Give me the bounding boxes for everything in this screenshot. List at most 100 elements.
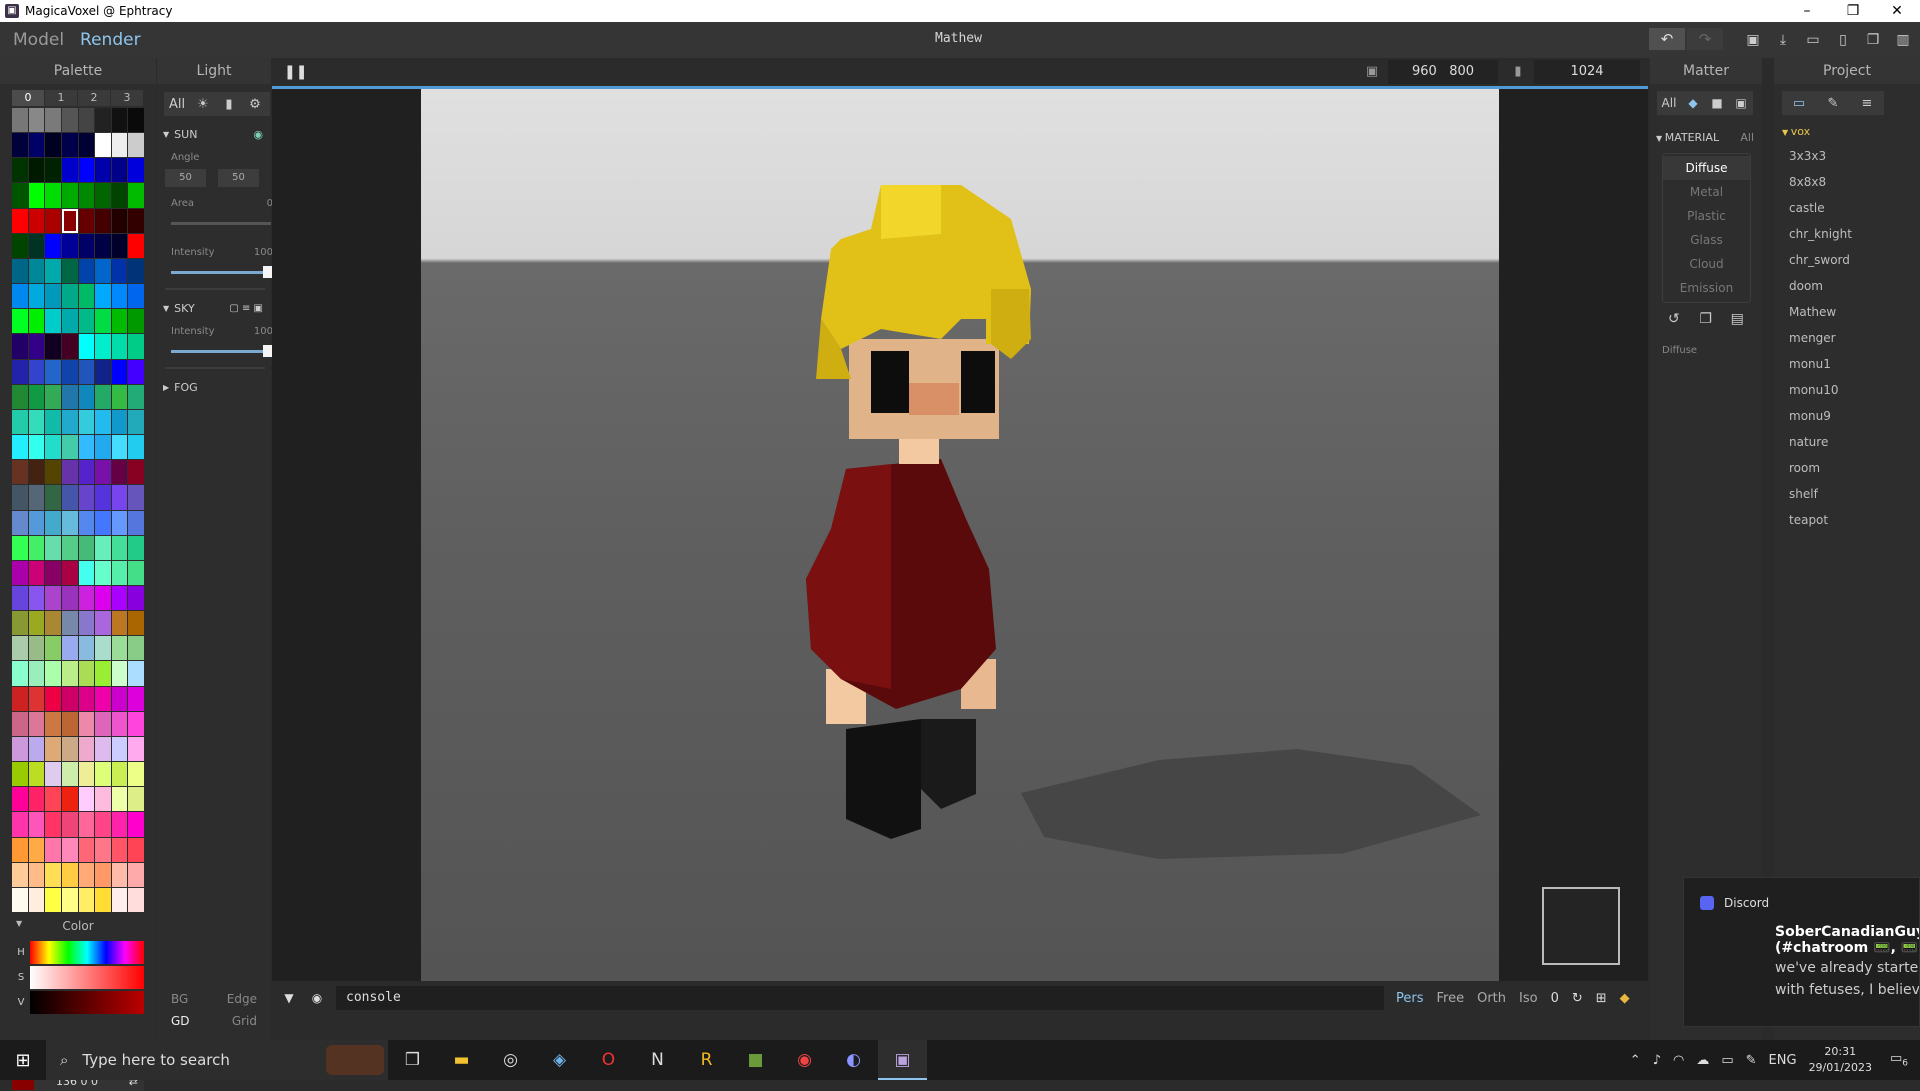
palette-swatch[interactable] — [12, 485, 28, 510]
palette-tab-3[interactable]: 3 — [111, 90, 143, 106]
steam-icon[interactable]: ◈ — [535, 1040, 584, 1080]
chrome-icon[interactable]: ◉ — [780, 1040, 829, 1080]
palette-swatch[interactable] — [61, 233, 78, 258]
palette-swatch[interactable] — [95, 736, 111, 762]
pen-icon[interactable]: ✎ — [1746, 1053, 1757, 1068]
palette-swatch[interactable] — [45, 585, 61, 611]
palette-swatch[interactable] — [95, 812, 111, 837]
palette-swatch[interactable] — [128, 233, 144, 258]
palette-swatch[interactable] — [28, 585, 45, 611]
image-icon[interactable]: ▣ — [1358, 60, 1386, 84]
palette-swatch[interactable] — [78, 208, 95, 233]
close-button[interactable]: ✕ — [1874, 0, 1920, 22]
fog-section-header[interactable]: ▶ FOG — [163, 381, 271, 394]
palette-swatch[interactable] — [61, 560, 78, 585]
palette-swatch[interactable] — [78, 158, 95, 183]
grid-toggle[interactable]: Grid — [232, 1010, 257, 1032]
palette-swatch[interactable] — [128, 133, 144, 158]
palette-swatch[interactable] — [45, 460, 61, 485]
palette-swatch[interactable] — [78, 409, 95, 435]
palette-swatch[interactable] — [61, 862, 78, 887]
palette-swatch[interactable] — [12, 183, 28, 208]
palette-swatch[interactable] — [95, 887, 111, 912]
palette-swatch[interactable] — [61, 535, 78, 560]
opera-icon[interactable]: O — [584, 1040, 633, 1080]
palette-swatch[interactable] — [12, 108, 28, 133]
palette-swatch[interactable] — [111, 736, 128, 762]
bg-toggle[interactable]: BG — [171, 988, 188, 1010]
palette-swatch[interactable] — [111, 183, 128, 208]
cube-icon[interactable]: ◆ — [1681, 96, 1705, 110]
palette-swatch[interactable] — [95, 384, 111, 409]
palette-swatch[interactable] — [28, 384, 45, 409]
palette-swatch[interactable] — [128, 762, 144, 787]
palette-swatch[interactable] — [95, 762, 111, 787]
palette-swatch[interactable] — [12, 585, 28, 611]
palette-swatch[interactable] — [78, 359, 95, 384]
palette-swatch[interactable] — [12, 812, 28, 837]
palette-swatch[interactable] — [111, 435, 128, 460]
palette-swatch[interactable] — [28, 711, 45, 736]
palette-swatch[interactable] — [111, 258, 128, 284]
palette-swatch[interactable] — [95, 585, 111, 611]
palette-swatch[interactable] — [111, 208, 128, 233]
palette-swatch[interactable] — [28, 108, 45, 133]
palette-swatch[interactable] — [45, 812, 61, 837]
palette-swatch[interactable] — [78, 284, 95, 309]
taskbar-search[interactable]: ⌕ Type here to search — [46, 1040, 388, 1080]
palette-swatch[interactable] — [61, 711, 78, 736]
palette-swatch-grid[interactable] — [12, 108, 144, 912]
folder-icon[interactable]: ▭ — [1782, 96, 1816, 111]
palette-swatch[interactable] — [111, 359, 128, 384]
saturation-slider[interactable] — [30, 966, 144, 989]
palette-swatch[interactable] — [111, 510, 128, 535]
image-icon[interactable]: ▣ — [1729, 96, 1753, 110]
notifications-icon[interactable]: ▭6 — [1890, 1051, 1908, 1069]
palette-swatch[interactable] — [61, 309, 78, 334]
palette-swatch[interactable] — [95, 334, 111, 359]
palette-swatch[interactable] — [28, 686, 45, 711]
new-file-icon[interactable]: ▯ — [1828, 29, 1858, 51]
palette-swatch[interactable] — [45, 359, 61, 384]
hue-slider[interactable] — [30, 941, 144, 964]
palette-swatch[interactable] — [128, 585, 144, 611]
palette-swatch[interactable] — [128, 183, 144, 208]
discord-taskbar-icon[interactable]: ◐ — [829, 1040, 878, 1080]
material-cloud[interactable]: Cloud — [1663, 252, 1750, 276]
palette-swatch[interactable] — [128, 636, 144, 661]
palette-swatch[interactable] — [111, 585, 128, 611]
copy-icon[interactable]: ❐ — [1699, 311, 1730, 327]
sample-count[interactable]: 1024 — [1534, 60, 1640, 84]
minecraft-icon[interactable]: ■ — [731, 1040, 780, 1080]
palette-swatch[interactable] — [45, 686, 61, 711]
palette-swatch[interactable] — [28, 284, 45, 309]
windows-start-icon[interactable]: ⊞ — [0, 1050, 46, 1071]
palette-swatch[interactable] — [78, 887, 95, 912]
sun-intensity-slider[interactable] — [171, 266, 277, 278]
palette-swatch[interactable] — [12, 208, 28, 233]
sky-mode-icons[interactable]: ▢ ≡ ▣ — [229, 303, 263, 314]
render-height[interactable]: 800 — [1449, 64, 1474, 79]
project-file-item[interactable]: teapot — [1782, 507, 1920, 533]
palette-swatch[interactable] — [95, 309, 111, 334]
project-file-item[interactable]: menger — [1782, 325, 1920, 351]
palette-swatch[interactable] — [45, 560, 61, 585]
palette-swatch[interactable] — [12, 736, 28, 762]
palette-swatch[interactable] — [111, 762, 128, 787]
palette-swatch[interactable] — [28, 233, 45, 258]
palette-swatch[interactable] — [28, 409, 45, 435]
palette-swatch[interactable] — [95, 233, 111, 258]
palette-swatch[interactable] — [28, 309, 45, 334]
palette-swatch[interactable] — [111, 158, 128, 183]
render-image[interactable] — [421, 89, 1499, 981]
palette-swatch[interactable] — [45, 762, 61, 787]
palette-swatch[interactable] — [78, 560, 95, 585]
palette-swatch[interactable] — [28, 812, 45, 837]
palette-swatch[interactable] — [78, 812, 95, 837]
palette-swatch[interactable] — [128, 359, 144, 384]
palette-swatch[interactable] — [61, 158, 78, 183]
palette-swatch[interactable] — [12, 359, 28, 384]
palette-swatch[interactable] — [12, 384, 28, 409]
palette-swatch[interactable] — [128, 158, 144, 183]
palette-swatch[interactable] — [12, 309, 28, 334]
